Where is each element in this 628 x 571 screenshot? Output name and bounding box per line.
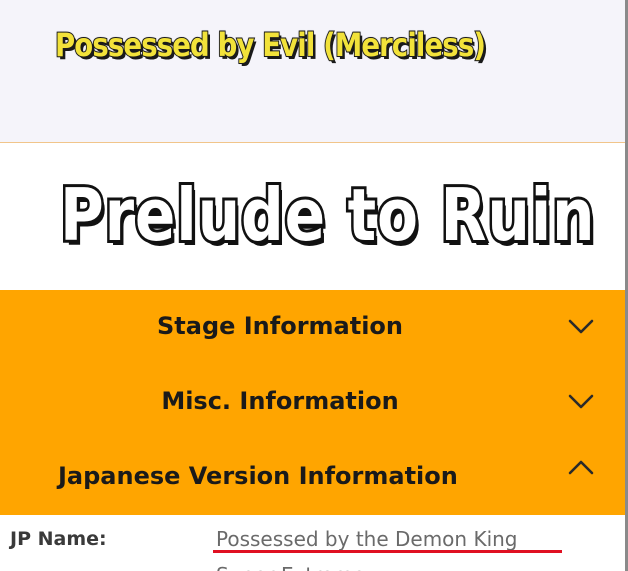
header: Possessed by Evil (Merciless) xyxy=(0,0,625,143)
chevron-up-icon[interactable] xyxy=(567,454,595,482)
accordion-label: Stage Information xyxy=(156,312,404,340)
page: Possessed by Evil (Merciless) Prelude to… xyxy=(0,0,628,571)
chevron-down-icon[interactable] xyxy=(567,387,595,415)
chevron-down-icon[interactable] xyxy=(567,312,595,340)
accordion-label: Japanese Version Information xyxy=(58,462,458,490)
accordion-japanese-version-information[interactable]: Japanese Version Information xyxy=(0,440,625,514)
jp-name-value-continued: Super Extreme xyxy=(216,563,365,571)
jp-name-label: JP Name: xyxy=(10,528,107,550)
accordion-stage-information[interactable]: Stage Information xyxy=(0,290,625,364)
stage-subtitle: Possessed by Evil (Merciless) xyxy=(54,25,487,65)
accordion-label: Misc. Information xyxy=(161,387,399,415)
stage-title: Prelude to Ruin xyxy=(58,170,598,260)
red-underline-annotation xyxy=(213,550,562,553)
accordion-misc-information[interactable]: Misc. Information xyxy=(0,365,625,439)
title-area: Prelude to Ruin xyxy=(0,143,625,290)
jp-name-value: Possessed by the Demon King xyxy=(216,527,518,551)
info-accordion: Stage Information Misc. Information Japa… xyxy=(0,290,625,515)
